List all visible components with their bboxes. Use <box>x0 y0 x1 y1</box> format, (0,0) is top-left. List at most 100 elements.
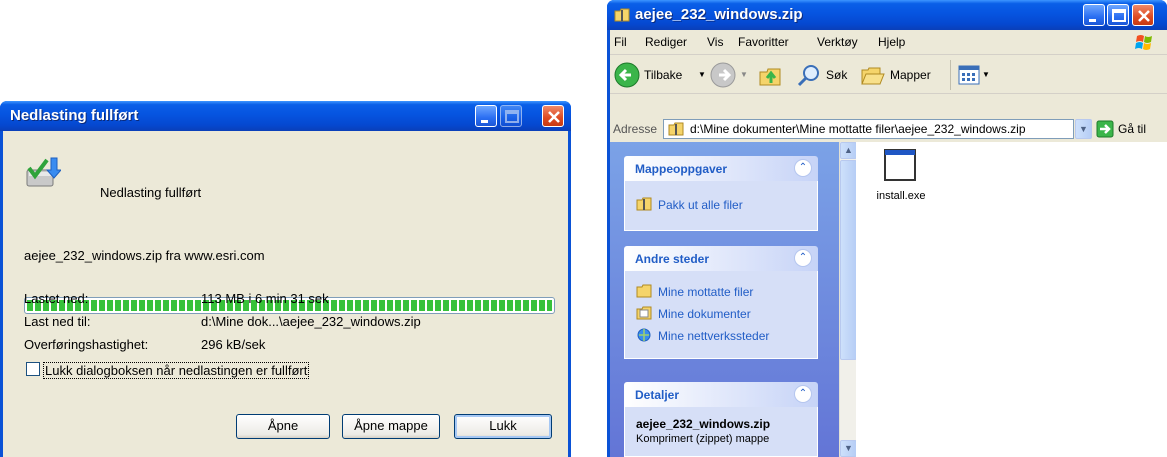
file-item[interactable]: install.exe <box>866 148 936 210</box>
pane-title: Andre steder <box>635 252 710 266</box>
pane-title: Detaljer <box>635 388 680 402</box>
go-arrow-icon <box>1096 120 1114 138</box>
dialog-body: Nedlasting fullført aejee_232_windows.zi… <box>3 131 568 457</box>
save-to-label: Last ned til: <box>24 314 91 329</box>
scroll-down-button[interactable]: ▼ <box>840 440 857 457</box>
my-documents-icon <box>636 306 652 320</box>
close-icon <box>548 111 560 123</box>
toolbar-separator <box>950 60 951 90</box>
folder-icon <box>636 284 652 298</box>
file-list-view: install.exe <box>856 142 1167 457</box>
pane-title: Mappeoppgaver <box>635 162 728 176</box>
forward-dropdown-icon: ▼ <box>740 70 748 79</box>
search-button[interactable]: Søk <box>796 60 856 90</box>
details-file-name: aejee_232_windows.zip <box>636 417 771 431</box>
go-button[interactable]: Gå til <box>1096 118 1162 140</box>
zip-folder-icon <box>636 197 652 211</box>
downloaded-label: Lastet ned: <box>24 291 89 306</box>
address-label: Adresse <box>613 122 658 136</box>
save-to-value: d:\Mine dok...\aejee_232_windows.zip <box>201 314 421 329</box>
menu-view[interactable]: Vis <box>707 35 723 49</box>
menu-help[interactable]: Hjelp <box>878 35 905 49</box>
close-when-done-label[interactable]: Lukk dialogboksen når nedlastingen er fu… <box>43 362 310 379</box>
address-dropdown-button[interactable]: ▼ <box>1075 119 1092 139</box>
explorer-window: aejee_232_windows.zip Fil Rediger Vis Fa… <box>607 0 1167 457</box>
task-link-extract-all[interactable]: Pakk ut alle filer <box>636 197 743 212</box>
collapse-chevron-icon[interactable]: ⌃ <box>794 159 812 177</box>
task-link-my-documents[interactable]: Mine dokumenter <box>636 306 751 321</box>
explorer-close-button[interactable] <box>1132 4 1154 26</box>
folders-icon <box>861 67 885 85</box>
task-link-label: Mine dokumenter <box>658 307 751 321</box>
explorer-body: Fil Rediger Vis Favoritter Verktøy Hjelp… <box>610 30 1167 457</box>
collapse-chevron-icon[interactable]: ⌃ <box>794 385 812 403</box>
pane-body-folder-tasks: Pakk ut alle filer <box>624 181 818 231</box>
search-icon <box>797 65 819 87</box>
maximize-icon <box>505 110 519 123</box>
zip-folder-icon <box>668 122 684 136</box>
pane-body-other-places: Mine mottatte filer Mine dokumenter Mine… <box>624 271 818 359</box>
task-link-label: Pakk ut alle filer <box>658 198 743 212</box>
maximize-icon <box>1112 9 1126 22</box>
explorer-titlebar[interactable]: aejee_232_windows.zip <box>607 0 1167 30</box>
close-when-done-checkbox[interactable] <box>26 362 40 376</box>
pane-header-folder-tasks[interactable]: Mappeoppgaver ⌃ <box>624 156 818 181</box>
minimize-icon <box>1089 19 1096 22</box>
minimize-button[interactable] <box>475 105 497 127</box>
pane-header-details[interactable]: Detaljer ⌃ <box>624 382 818 407</box>
toolbar: Tilbake ▼ ▼ Søk Mapper ▼ <box>610 56 1167 94</box>
minimize-icon <box>481 120 488 123</box>
menu-tools[interactable]: Verktøy <box>817 35 858 49</box>
views-icon[interactable] <box>957 62 983 88</box>
back-button[interactable]: Tilbake <box>614 60 694 90</box>
close-icon <box>1138 10 1150 22</box>
task-pane: Mappeoppgaver ⌃ Pakk ut alle filer Andre… <box>610 142 839 457</box>
open-button[interactable]: Åpne <box>236 414 330 439</box>
exe-window-icon <box>884 149 916 181</box>
search-label: Søk <box>826 68 848 82</box>
folders-label: Mapper <box>890 68 931 82</box>
task-pane-scrollbar[interactable]: ▲ ▼ <box>839 142 857 457</box>
zip-folder-icon <box>614 8 630 22</box>
menu-favorites[interactable]: Favoritter <box>738 35 789 49</box>
menu-edit[interactable]: Rediger <box>645 35 687 49</box>
download-complete-dialog: Nedlasting fullført Nedlasting fullført … <box>0 101 571 457</box>
collapse-chevron-icon[interactable]: ⌃ <box>794 249 812 267</box>
forward-arrow-icon <box>710 62 736 88</box>
scroll-up-button[interactable]: ▲ <box>840 142 857 159</box>
task-link-label: Mine mottatte filer <box>658 285 754 299</box>
explorer-minimize-button[interactable] <box>1083 4 1105 26</box>
views-dropdown-icon[interactable]: ▼ <box>982 70 990 79</box>
close-dialog-button[interactable]: Lukk <box>454 414 552 439</box>
go-label: Gå til <box>1118 122 1147 136</box>
file-name: install.exe <box>876 190 926 202</box>
folders-button[interactable]: Mapper <box>860 60 940 90</box>
transfer-rate-value: 296 kB/sek <box>201 337 266 352</box>
pane-header-other-places[interactable]: Andre steder ⌃ <box>624 246 818 271</box>
maximize-button <box>500 105 522 127</box>
explorer-title: aejee_232_windows.zip <box>635 6 803 23</box>
windows-logo-icon <box>1135 35 1152 50</box>
scroll-thumb[interactable] <box>840 160 857 360</box>
task-link-network-places[interactable]: Mine nettverkssteder <box>636 328 769 343</box>
up-folder-icon[interactable] <box>758 62 784 88</box>
open-folder-button[interactable]: Åpne mappe <box>342 414 440 439</box>
status-heading: Nedlasting fullført <box>100 185 202 200</box>
close-button[interactable] <box>542 105 564 127</box>
back-arrow-icon <box>614 62 640 88</box>
back-label: Tilbake <box>644 68 683 82</box>
details-file-type: Komprimert (zippet) mappe <box>636 433 770 445</box>
menu-bar: Fil Rediger Vis Favoritter Verktøy Hjelp <box>610 30 1167 55</box>
back-dropdown-icon[interactable]: ▼ <box>698 70 706 79</box>
menu-file[interactable]: Fil <box>614 35 627 49</box>
network-places-icon <box>637 328 651 342</box>
address-field[interactable]: d:\Mine dokumenter\Mine mottatte filer\a… <box>663 119 1074 139</box>
task-link-label: Mine nettverkssteder <box>658 329 770 343</box>
dialog-title: Nedlasting fullført <box>10 107 139 124</box>
explorer-maximize-button[interactable] <box>1107 4 1129 26</box>
dialog-titlebar[interactable]: Nedlasting fullført <box>0 101 571 131</box>
task-link-received-files[interactable]: Mine mottatte filer <box>636 284 753 299</box>
address-bar: Adresse d:\Mine dokumenter\Mine mottatte… <box>610 116 1167 142</box>
source-line: aejee_232_windows.zip fra www.esri.com <box>24 248 265 263</box>
address-value: d:\Mine dokumenter\Mine mottatte filer\a… <box>690 122 1026 136</box>
